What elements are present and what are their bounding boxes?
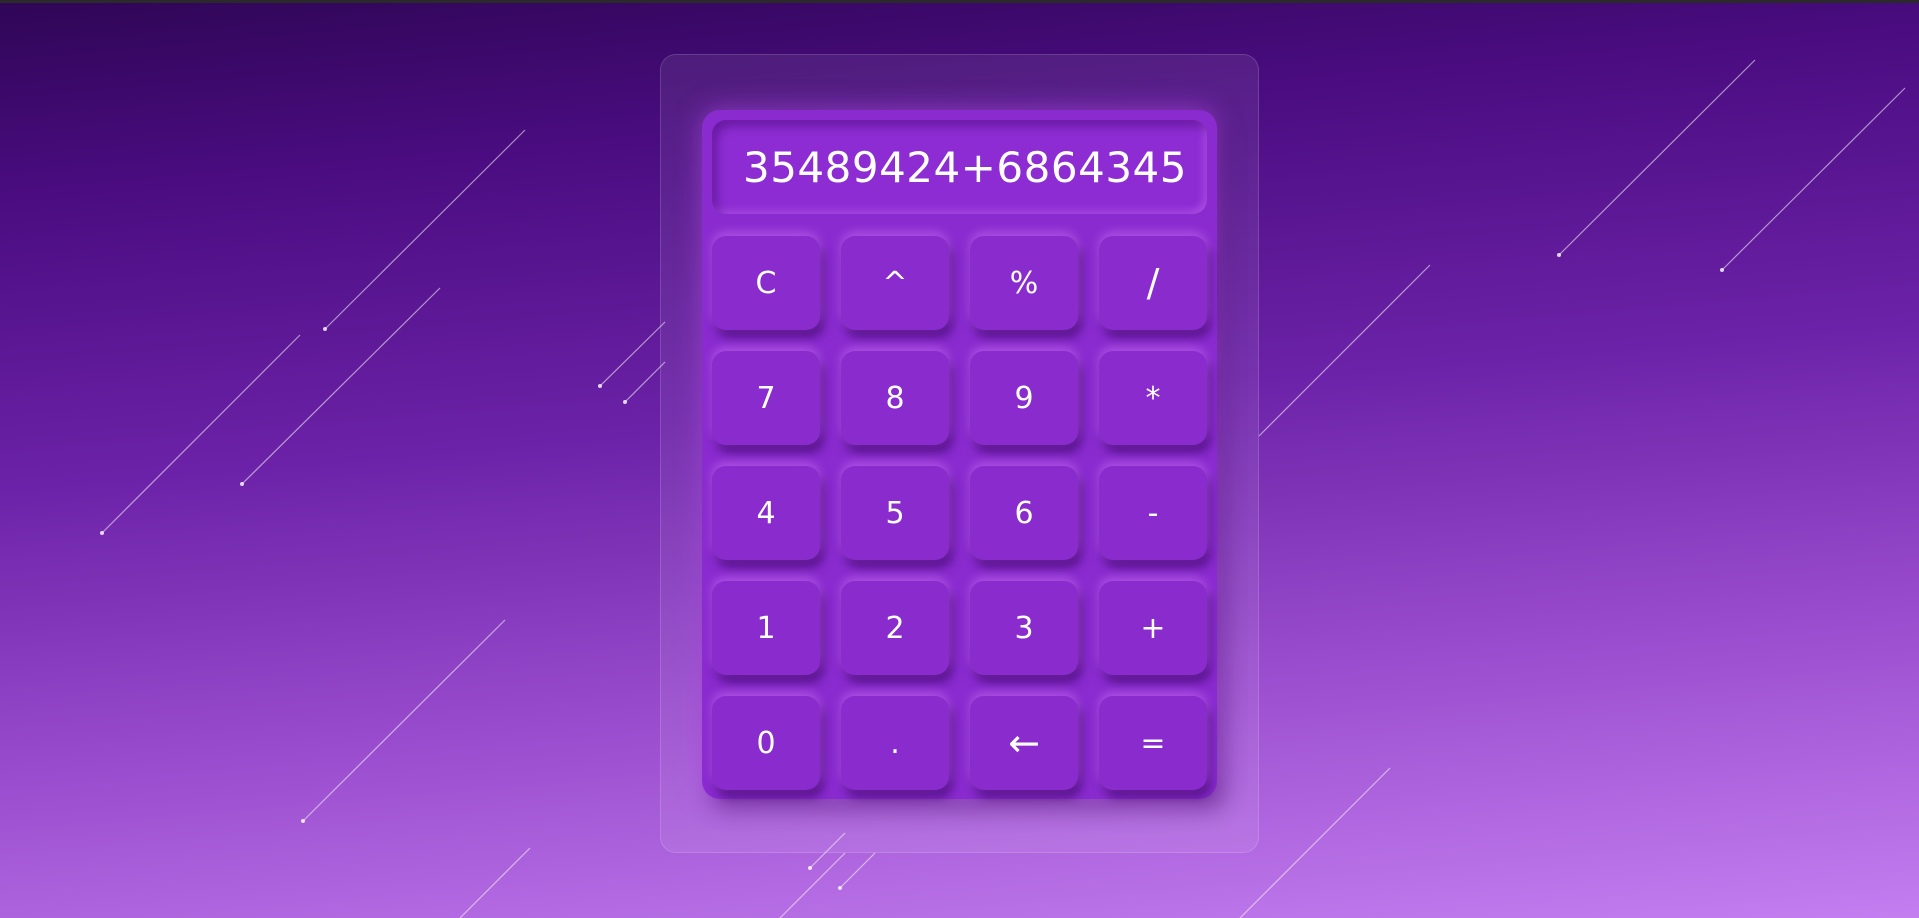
subtract-button[interactable]: - bbox=[1099, 466, 1207, 560]
digit-5-button[interactable]: 5 bbox=[841, 466, 949, 560]
digit-3-button[interactable]: 3 bbox=[970, 581, 1078, 675]
calculator-display: 35489424+6864345 bbox=[712, 120, 1207, 214]
multiply-button[interactable]: * bbox=[1099, 351, 1207, 445]
digit-8-button[interactable]: 8 bbox=[841, 351, 949, 445]
calculator: 35489424+6864345 C ^%/ 7 8 9 * 4 5 6- 1 2 3 +0. ← = bbox=[702, 110, 1217, 799]
digit-4-button[interactable]: 4 bbox=[712, 466, 820, 560]
digit-9-button[interactable]: 9 bbox=[970, 351, 1078, 445]
clear-button[interactable]: C bbox=[712, 236, 820, 330]
digit-2-button[interactable]: 2 bbox=[841, 581, 949, 675]
add-button[interactable]: + bbox=[1099, 581, 1207, 675]
keypad: C ^%/ 7 8 9 * 4 5 6- 1 2 3 +0. ← = bbox=[712, 236, 1207, 790]
backspace-button[interactable]: ← bbox=[970, 696, 1078, 790]
digit-0-button[interactable]: 0 bbox=[712, 696, 820, 790]
divide-button[interactable]: / bbox=[1099, 236, 1207, 330]
percent-button[interactable]: % bbox=[970, 236, 1078, 330]
power-button[interactable]: ^ bbox=[841, 236, 949, 330]
digit-1-button[interactable]: 1 bbox=[712, 581, 820, 675]
digit-6-button[interactable]: 6 bbox=[970, 466, 1078, 560]
decimal-button[interactable]: . bbox=[841, 696, 949, 790]
digit-7-button[interactable]: 7 bbox=[712, 351, 820, 445]
equals-button[interactable]: = bbox=[1099, 696, 1207, 790]
